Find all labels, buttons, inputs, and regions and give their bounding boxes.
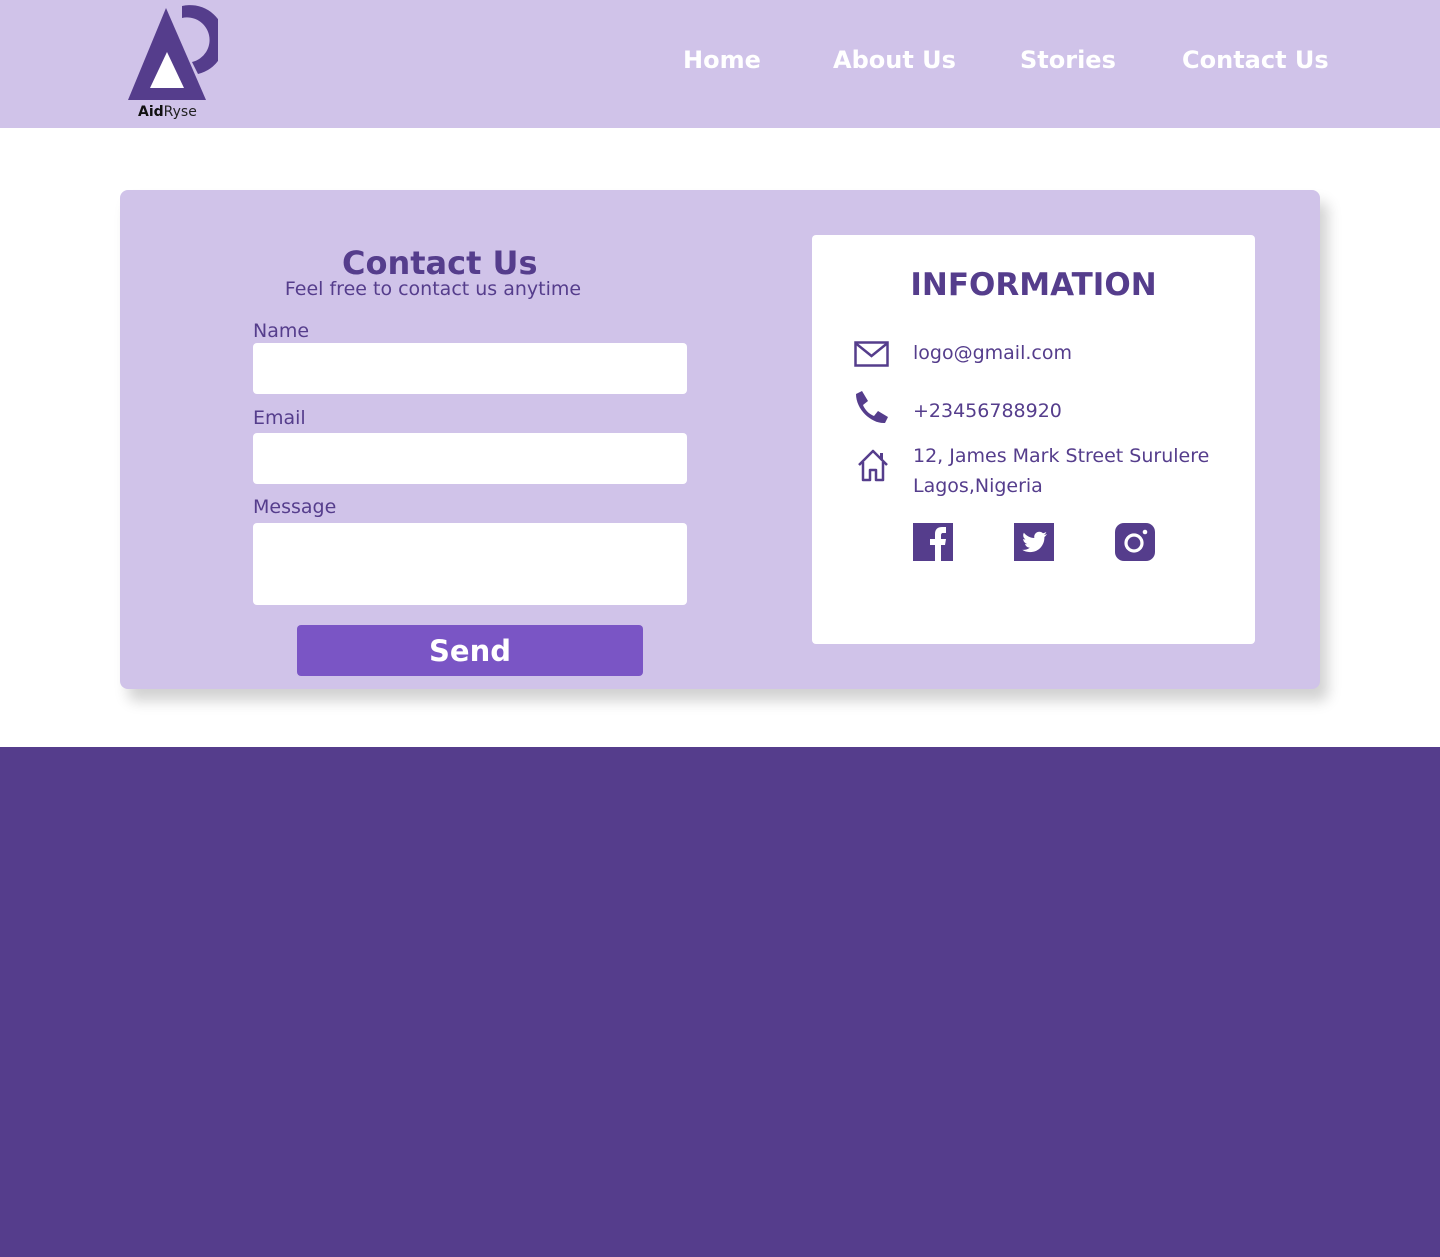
- information-title: INFORMATION: [910, 267, 1157, 303]
- home-icon: [858, 449, 888, 482]
- message-label: Message: [253, 496, 337, 518]
- info-address-line2: Lagos,Nigeria: [913, 475, 1043, 497]
- site-header: AidRyse Home About Us Stories Contact Us: [0, 0, 1440, 128]
- info-email[interactable]: logo@gmail.com: [913, 338, 1072, 368]
- contact-card: Contact Us Feel free to contact us anyti…: [120, 190, 1320, 689]
- send-button[interactable]: Send: [297, 625, 643, 676]
- message-textarea[interactable]: [253, 523, 687, 605]
- nav-home[interactable]: Home: [683, 46, 761, 74]
- name-label: Name: [253, 320, 310, 342]
- info-phone[interactable]: +23456788920: [913, 396, 1062, 426]
- nav-contact-us[interactable]: Contact Us: [1182, 46, 1329, 74]
- twitter-icon[interactable]: [1014, 523, 1054, 561]
- instagram-icon[interactable]: [1115, 523, 1155, 561]
- phone-icon: [856, 391, 888, 424]
- facebook-icon[interactable]: [913, 523, 953, 561]
- site-footer: [0, 747, 1440, 1257]
- aidryse-logo[interactable]: AidRyse: [126, 4, 218, 124]
- mail-icon: [854, 341, 889, 367]
- contact-form-subtitle: Feel free to contact us anytime: [284, 278, 582, 300]
- contact-form-title: Contact Us: [342, 244, 538, 282]
- information-panel: INFORMATION logo@gmail.com +23456788920 …: [812, 235, 1255, 644]
- info-address-line1: 12, James Mark Street Surulere: [913, 445, 1210, 467]
- logo-wordmark: AidRyse: [138, 104, 197, 120]
- nav-about-us[interactable]: About Us: [833, 46, 956, 74]
- name-input[interactable]: [253, 343, 687, 394]
- email-label: Email: [253, 407, 306, 429]
- email-input[interactable]: [253, 433, 687, 484]
- logo-mark-icon: [128, 5, 218, 100]
- nav-stories[interactable]: Stories: [1020, 46, 1116, 74]
